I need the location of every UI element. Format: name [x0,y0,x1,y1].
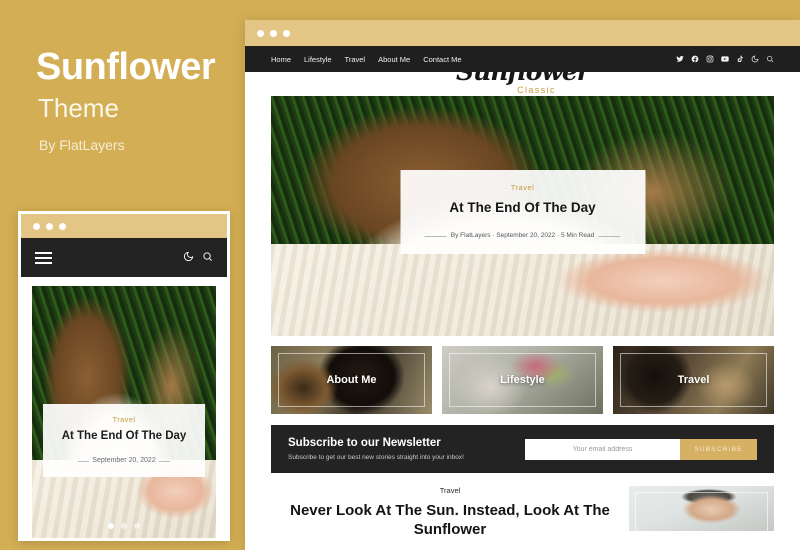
search-icon[interactable] [202,249,213,267]
hero-meta: By FlatLayers · September 20, 2022 · 5 M… [424,232,621,239]
mobile-hero-category[interactable]: Travel [51,415,197,424]
mobile-content: Travel At The End Of The Day September 2… [21,277,227,538]
mobile-navbar [21,238,227,277]
featured-post[interactable]: Travel Never Look At The Sun. Instead, L… [271,486,774,540]
mobile-carousel-dots [32,523,216,529]
hero-section[interactable]: Travel At The End Of The Day By FlatLaye… [271,96,774,336]
desktop-navbar: Home Lifestyle Travel About Me Contact M… [245,46,800,72]
desktop-mockup: Home Lifestyle Travel About Me Contact M… [245,20,800,550]
window-dot-maximize[interactable] [283,29,290,37]
tiktok-icon[interactable] [736,55,744,63]
author-byline: By FlatLayers [39,137,125,153]
carousel-dot-2[interactable] [121,523,127,529]
mobile-mockup: Travel At The End Of The Day September 2… [18,211,230,541]
menu-item-home[interactable]: Home [271,55,291,64]
hero-photo-jacket [271,244,774,336]
menu-item-lifestyle[interactable]: Lifestyle [304,55,332,64]
featured-post-text: Travel Never Look At The Sun. Instead, L… [271,486,615,540]
category-card-row: About Me Lifestyle Travel [271,346,774,414]
category-card-lifestyle[interactable]: Lifestyle [442,346,603,414]
thumbnail-frame-border [635,492,768,531]
page-subtitle: Theme [38,93,119,123]
social-links [676,55,774,63]
window-dot-maximize[interactable] [59,222,66,230]
twitter-icon[interactable] [676,55,684,63]
menu-item-travel[interactable]: Travel [345,55,366,64]
mobile-hero-title[interactable]: At The End Of The Day [51,430,197,442]
mobile-browser-chrome [21,214,227,238]
newsletter-text: Subscribe to our Newsletter Subscribe to… [288,437,464,461]
facebook-icon[interactable] [691,55,699,63]
mobile-nav-icons [183,249,213,267]
menu-item-contact-me[interactable]: Contact Me [423,55,461,64]
moon-icon[interactable] [751,55,759,63]
main-menu: Home Lifestyle Travel About Me Contact M… [271,55,462,64]
carousel-dot-3[interactable] [134,523,140,529]
window-dot-minimize[interactable] [46,222,53,230]
hero-title[interactable]: At The End Of The Day [410,200,635,215]
window-dot-minimize[interactable] [270,29,277,37]
mobile-hero-date: September 20, 2022 [78,457,171,464]
desktop-content: Travel At The End Of The Day By FlatLaye… [245,96,800,540]
hero-card[interactable]: Travel At The End Of The Day By FlatLaye… [400,170,645,254]
subscribe-button[interactable]: SUBSCRIBE [680,438,757,460]
moon-icon[interactable] [183,249,194,267]
category-card-about-me[interactable]: About Me [271,346,432,414]
mobile-hero-image[interactable]: Travel At The End Of The Day September 2… [32,286,216,538]
instagram-icon[interactable] [706,55,714,63]
window-dot-close[interactable] [257,29,264,37]
mobile-hero-card[interactable]: Travel At The End Of The Day September 2… [43,404,205,477]
email-field[interactable] [525,438,680,460]
category-card-travel[interactable]: Travel [613,346,774,414]
featured-post-thumbnail[interactable] [629,486,774,531]
category-card-label: Travel [677,374,710,386]
newsletter-section: Subscribe to our Newsletter Subscribe to… [271,425,774,473]
carousel-dot-1[interactable] [108,523,114,529]
featured-post-title[interactable]: Never Look At The Sun. Instead, Look At … [285,502,615,540]
search-icon[interactable] [766,55,774,63]
youtube-icon[interactable] [721,55,729,63]
category-card-label: Lifestyle [500,374,545,386]
window-dot-close[interactable] [33,222,40,230]
page-title: Sunflower [36,46,216,88]
menu-item-about-me[interactable]: About Me [378,55,410,64]
featured-post-category[interactable]: Travel [285,486,615,495]
desktop-browser-chrome [245,20,800,46]
newsletter-form: SUBSCRIBE [525,438,757,460]
hero-category[interactable]: Travel [410,183,635,192]
category-card-label: About Me [326,374,377,386]
newsletter-subtext: Subscribe to get our best new stories st… [288,454,464,461]
newsletter-heading: Subscribe to our Newsletter [288,437,441,449]
logo-tagline: Classic [517,85,556,94]
hamburger-icon[interactable] [35,251,52,264]
